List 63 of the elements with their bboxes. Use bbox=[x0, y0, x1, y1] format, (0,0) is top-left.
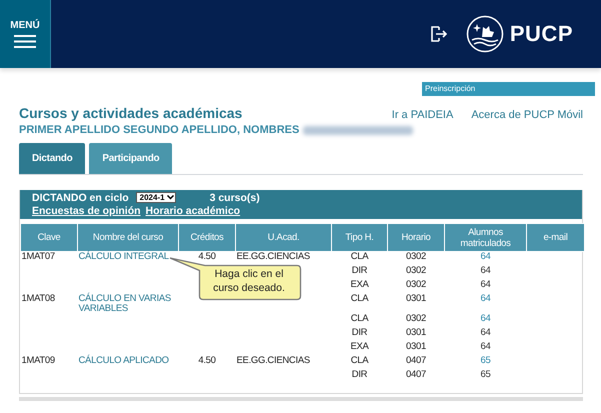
type-text: CLA bbox=[350, 293, 368, 304]
column-header: Créditos bbox=[178, 224, 236, 252]
schedule-text: 0302 bbox=[406, 265, 426, 276]
type-text: DIR bbox=[352, 265, 368, 276]
logout-icon[interactable] bbox=[430, 26, 448, 42]
menu-button[interactable]: MENÚ bbox=[0, 0, 51, 68]
column-header: Horario bbox=[388, 224, 444, 252]
header-link[interactable]: Ir a PAIDEIA bbox=[392, 109, 454, 121]
course-code: 1MAT09 bbox=[22, 355, 55, 366]
schedule-text: 0301 bbox=[406, 341, 426, 352]
course-link[interactable]: CÁLCULO APLICADO bbox=[78, 356, 169, 366]
type-text: DIR bbox=[352, 327, 368, 338]
page-title: Cursos y actividades académicas bbox=[19, 105, 244, 121]
header-link[interactable]: Acerca de PUCP Móvil bbox=[471, 109, 583, 121]
students-count[interactable]: 64 bbox=[480, 293, 490, 304]
schedule-text: 0302 bbox=[406, 251, 426, 262]
panel-link[interactable]: Encuestas de opinión bbox=[32, 204, 141, 216]
ship-logo-icon bbox=[466, 15, 504, 53]
students-count: 64 bbox=[480, 279, 490, 290]
schedule-text: 0302 bbox=[406, 313, 426, 324]
students-count[interactable]: 64 bbox=[480, 251, 490, 262]
students-count: 64 bbox=[480, 341, 490, 352]
column-header: e-mail bbox=[526, 224, 584, 252]
type-text: CLA bbox=[350, 251, 368, 262]
schedule-text: 0407 bbox=[406, 369, 426, 380]
schedule-text: 0301 bbox=[406, 293, 426, 304]
tab[interactable]: Participando bbox=[89, 143, 172, 174]
column-header: U.Acad. bbox=[236, 224, 332, 252]
schedule-text: 0301 bbox=[406, 327, 426, 338]
caret-icon bbox=[166, 195, 174, 200]
tab[interactable]: Dictando bbox=[19, 143, 86, 174]
type-text: CLA bbox=[350, 313, 368, 324]
type-text: CLA bbox=[350, 355, 368, 366]
column-header: Nombre del curso bbox=[78, 224, 178, 252]
course-count: 3 curso(s) bbox=[210, 192, 260, 204]
course-code: 1MAT07 bbox=[22, 251, 55, 262]
students-count: 65 bbox=[480, 369, 490, 380]
preinscription-link[interactable]: Preinscripción bbox=[422, 82, 595, 96]
logo-text: PUCP bbox=[510, 21, 573, 47]
column-header: Clave bbox=[20, 224, 78, 252]
schedule-text: 0302 bbox=[406, 279, 426, 290]
panel-link[interactable]: Horario académico bbox=[146, 204, 240, 216]
course-link[interactable]: CÁLCULO EN VARIAS VARIABLES bbox=[78, 294, 178, 314]
cycle-select[interactable]: 2024-1 bbox=[136, 192, 176, 203]
credits-text: 4.50 bbox=[198, 251, 216, 262]
schedule-text: 0407 bbox=[406, 355, 426, 366]
unit-text: EE.GG.CIENCIAS bbox=[236, 251, 310, 262]
column-header: Alumnos matriculados bbox=[444, 224, 526, 252]
students-count[interactable]: 65 bbox=[480, 355, 490, 366]
column-header: Tipo H. bbox=[332, 224, 388, 252]
type-text: EXA bbox=[350, 279, 369, 290]
type-text: DIR bbox=[352, 369, 368, 380]
students-count: 64 bbox=[480, 327, 490, 338]
menu-icon bbox=[14, 35, 36, 48]
course-code: 1MAT08 bbox=[22, 293, 55, 304]
course-link[interactable]: CÁLCULO INTEGRAL bbox=[78, 252, 169, 262]
students-count: 64 bbox=[480, 265, 490, 276]
credits-text: 4.50 bbox=[198, 355, 216, 366]
unit-text: EE.GG.CIENCIAS bbox=[236, 355, 310, 366]
students-count[interactable]: 64 bbox=[480, 313, 490, 324]
cycle-label: DICTANDO en ciclo bbox=[32, 192, 129, 204]
user-name: PRIMER APELLIDO SEGUNDO APELLIDO, NOMBRES bbox=[19, 124, 300, 136]
type-text: EXA bbox=[350, 341, 369, 352]
